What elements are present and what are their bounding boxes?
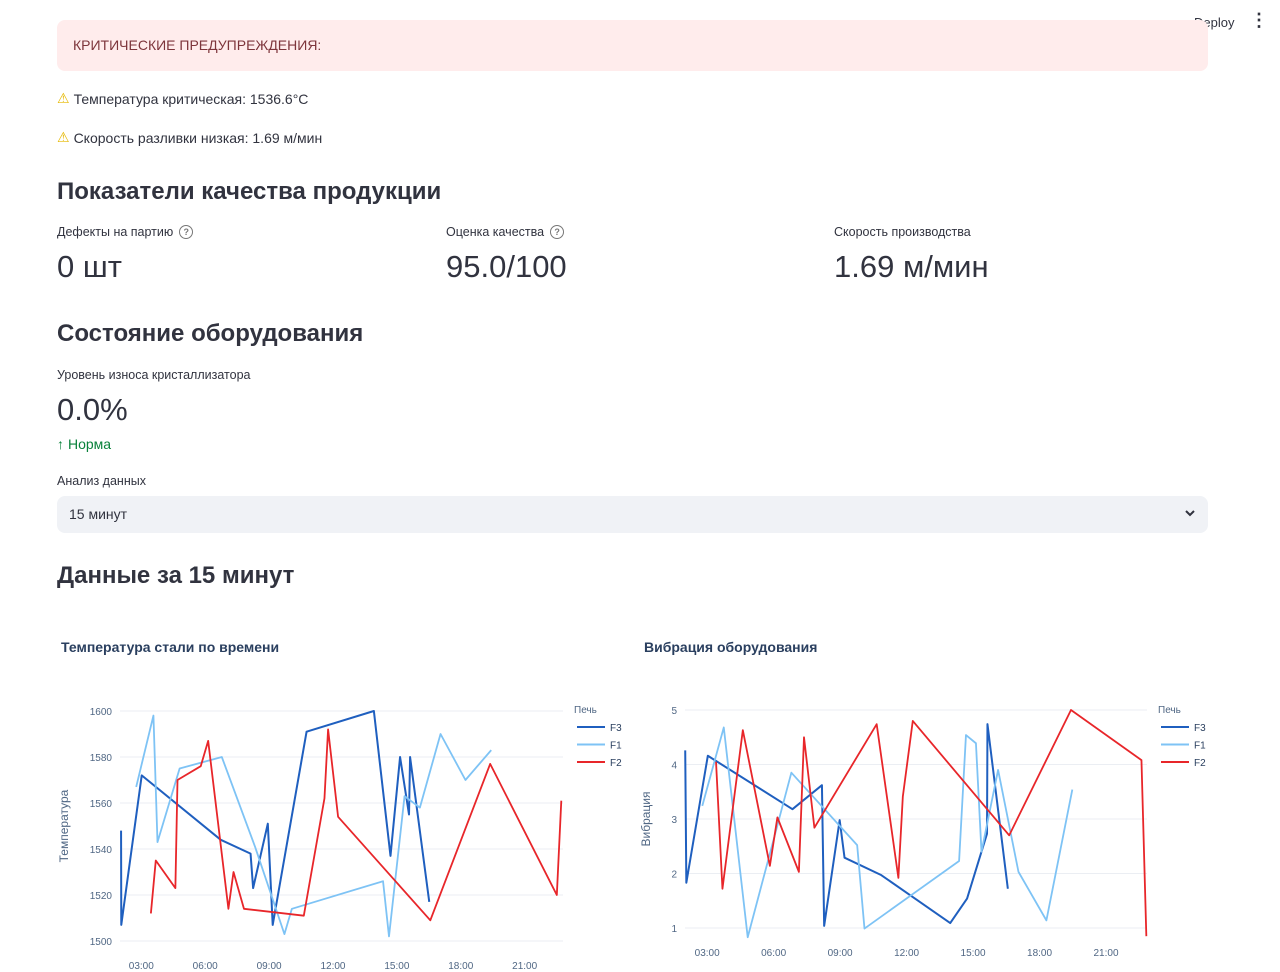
x-tick-label: 06:00 [193, 961, 218, 972]
legend-label-F2: F2 [610, 758, 622, 769]
warning-icon: ⚠ [57, 129, 70, 145]
y-tick-label: 1 [671, 924, 677, 935]
x-tick-label: 18:00 [1027, 948, 1052, 959]
series-line-F1 [135, 714, 492, 938]
mold-wear-delta: ↑ Норма [57, 436, 111, 452]
y-axis-label: Вибрация [639, 791, 653, 846]
x-tick-label: 09:00 [828, 948, 853, 959]
x-tick-label: 15:00 [961, 948, 986, 959]
metric-speed-label: Скорость производства [834, 225, 971, 239]
x-tick-label: 06:00 [761, 948, 786, 959]
y-axis-label: Температура [57, 789, 71, 862]
analysis-period-select[interactable]: 15 минут [57, 496, 1208, 533]
y-tick-label: 4 [671, 761, 677, 772]
arrow-up-icon: ↑ [57, 436, 64, 452]
x-tick-label: 12:00 [320, 961, 345, 972]
metric-defects-value: 0 шт [57, 249, 122, 284]
main-menu-icon[interactable]: ⋮ [1250, 10, 1268, 31]
warning-text: Температура критическая: 1536.6°C [73, 90, 309, 107]
x-tick-label: 21:00 [512, 961, 537, 972]
metric-quality-value: 95.0/100 [446, 249, 567, 284]
series-line-F3 [684, 723, 1009, 927]
equipment-heading: Состояние оборудования [57, 320, 364, 347]
y-tick-label: 5 [671, 706, 677, 717]
mold-wear-value: 0.0% [57, 392, 128, 427]
x-tick-label: 18:00 [448, 961, 473, 972]
warning-speed: ⚠ Скорость разливки низкая: 1.69 м/мин [57, 129, 322, 146]
legend-label-F3: F3 [1194, 723, 1206, 734]
y-tick-label: 1540 [90, 845, 113, 856]
y-tick-label: 2 [671, 870, 677, 881]
y-tick-label: 1560 [90, 799, 113, 810]
metric-quality-label: Оценка качества? [446, 225, 565, 239]
legend-label-F2: F2 [1194, 758, 1206, 769]
x-tick-label: 12:00 [894, 948, 919, 959]
legend-label-F1: F1 [610, 741, 622, 752]
metric-speed-value: 1.69 м/мин [834, 249, 989, 284]
legend-title: Печь [574, 705, 597, 716]
help-icon[interactable]: ? [550, 225, 565, 239]
y-tick-label: 1580 [90, 753, 113, 764]
x-tick-label: 09:00 [257, 961, 282, 972]
legend-label-F3: F3 [610, 723, 622, 734]
delta-text: Норма [68, 436, 112, 452]
series-line-F1 [701, 726, 1074, 939]
metric-defects-label: Дефекты на партию? [57, 225, 194, 239]
critical-alert-box: КРИТИЧЕСКИЕ ПРЕДУПРЕЖДЕНИЯ: [57, 20, 1208, 71]
y-tick-label: 1600 [90, 707, 113, 718]
series-line-F2 [149, 728, 563, 922]
data-heading: Данные за 15 минут [57, 562, 295, 589]
analysis-label: Анализ данных [57, 474, 146, 488]
charts-canvas: 1500 1520 1540 1560 1580 1600 03:00 06:00 09:00 1… [57, 705, 1206, 972]
y-tick-label: 3 [671, 815, 677, 826]
x-tick-label: 03:00 [129, 961, 154, 972]
label-text: Оценка качества [446, 225, 545, 239]
selected-value: 15 минут [69, 506, 128, 522]
quality-heading: Показатели качества продукции [57, 178, 442, 205]
label-text: Скорость производства [834, 225, 971, 239]
warning-icon: ⚠ [57, 90, 70, 106]
warning-text: Скорость разливки низкая: 1.69 м/мин [73, 129, 323, 146]
x-tick-label: 21:00 [1093, 948, 1118, 959]
y-tick-label: 1520 [90, 891, 113, 902]
warning-temperature: ⚠ Температура критическая: 1536.6°C [57, 90, 308, 107]
x-tick-label: 15:00 [384, 961, 409, 972]
help-icon[interactable]: ? [179, 225, 194, 239]
series-line-F3 [120, 710, 431, 926]
legend-label-F1: F1 [1194, 741, 1206, 752]
y-tick-label: 1500 [90, 937, 113, 948]
x-tick-label: 03:00 [695, 948, 720, 959]
series-line-F2 [715, 709, 1148, 937]
label-text: Дефекты на партию [57, 225, 174, 239]
alert-title: КРИТИЧЕСКИЕ ПРЕДУПРЕЖДЕНИЯ: [73, 37, 322, 53]
chevron-down-icon [1184, 506, 1196, 523]
mold-wear-label: Уровень износа кристаллизатора [57, 368, 251, 382]
legend-title: Печь [1158, 705, 1181, 716]
